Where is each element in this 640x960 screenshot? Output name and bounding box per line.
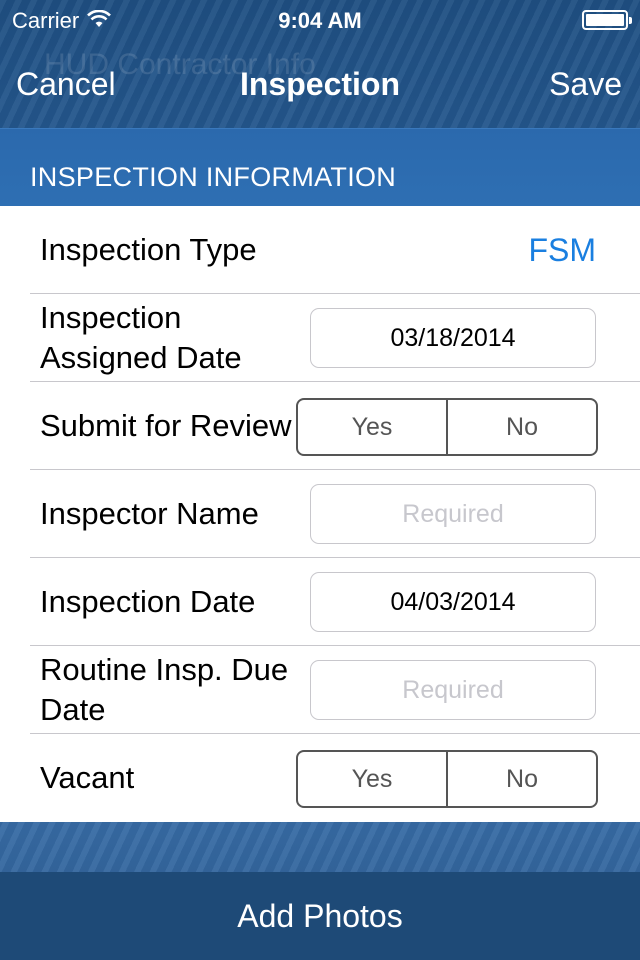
status-time: 9:04 AM	[278, 8, 362, 33]
cancel-button[interactable]: Cancel	[16, 66, 116, 103]
row-submit-review: Submit for Review Yes No	[30, 382, 640, 470]
status-bar: Carrier 9:04 AM	[0, 0, 640, 40]
row-assigned-date: Inspection Assigned Date 03/18/2014	[30, 294, 640, 382]
section-header: INSPECTION INFORMATION	[0, 128, 640, 206]
submit-review-yes[interactable]: Yes	[298, 400, 446, 454]
vacant-no[interactable]: No	[446, 752, 596, 806]
inspection-form: Inspection Type FSM Inspection Assigned …	[0, 206, 640, 822]
add-photos-button[interactable]: Add Photos	[0, 872, 640, 960]
submit-review-segmented-control: Yes No	[296, 398, 598, 456]
inspection-date-label: Inspection Date	[40, 584, 256, 619]
row-inspector-name: Inspector Name Required	[30, 470, 640, 558]
save-button[interactable]: Save	[549, 66, 622, 103]
navigation-bar: HUD Contractor Info Cancel Inspection Sa…	[0, 40, 640, 128]
routine-due-date-label: Routine Insp. Due Date	[40, 652, 289, 727]
battery-icon	[582, 10, 632, 30]
vacant-yes[interactable]: Yes	[298, 752, 446, 806]
row-vacant: Vacant Yes No	[30, 734, 640, 822]
assigned-date-label: Inspection Assigned Date	[40, 300, 242, 375]
submit-review-no[interactable]: No	[446, 400, 596, 454]
assigned-date-field[interactable]: 03/18/2014	[310, 308, 596, 368]
inspection-type-label: Inspection Type	[40, 232, 257, 267]
row-inspection-date: Inspection Date 04/03/2014	[30, 558, 640, 646]
vacant-segmented-control: Yes No	[296, 750, 598, 808]
vacant-label: Vacant	[40, 760, 135, 795]
routine-due-date-field[interactable]: Required	[310, 660, 596, 720]
submit-review-label: Submit for Review	[40, 408, 292, 443]
row-routine-due-date: Routine Insp. Due Date Required	[30, 646, 640, 734]
page-title-text: Inspection	[239, 66, 400, 102]
inspector-name-label: Inspector Name	[40, 496, 259, 531]
inspection-type-value[interactable]: FSM	[528, 206, 596, 294]
row-inspection-type[interactable]: Inspection Type FSM	[30, 206, 640, 294]
inspection-date-field[interactable]: 04/03/2014	[310, 572, 596, 632]
inspector-name-field[interactable]: Required	[310, 484, 596, 544]
